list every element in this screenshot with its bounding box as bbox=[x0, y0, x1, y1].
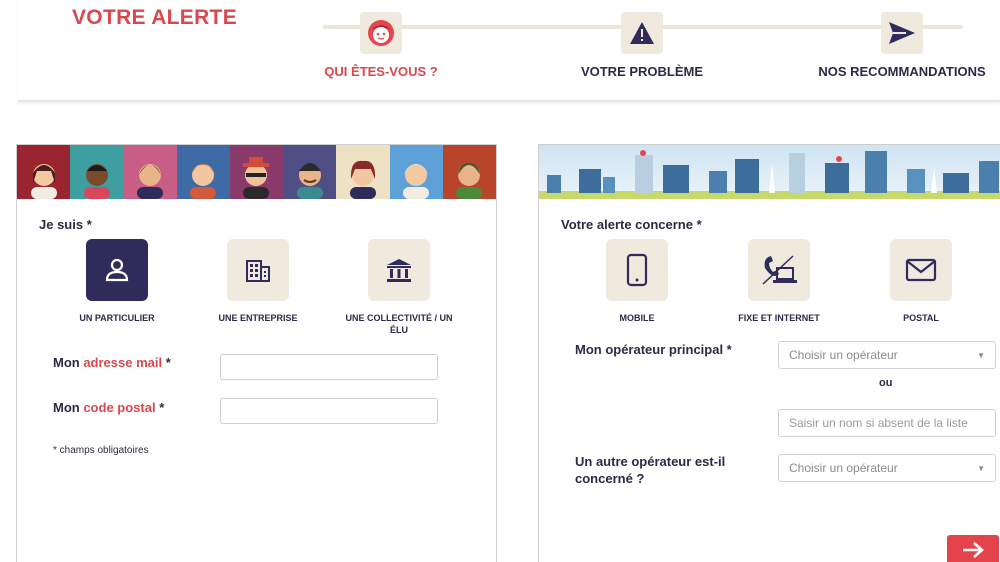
person-icon[interactable] bbox=[86, 239, 148, 301]
main-operator-label: Mon opérateur principal * bbox=[575, 342, 732, 357]
option-postal[interactable]: POSTAL bbox=[861, 239, 981, 324]
alert-concerns-title: Votre alerte concerne * bbox=[561, 217, 702, 232]
city-banner-image bbox=[539, 145, 1000, 199]
institution-icon[interactable] bbox=[368, 239, 430, 301]
step-label: NOS RECOMMANDATIONS bbox=[818, 64, 986, 79]
next-button[interactable] bbox=[947, 535, 999, 562]
option-company[interactable]: UNE ENTREPRISE bbox=[198, 239, 318, 324]
i-am-title: Je suis * bbox=[39, 217, 92, 232]
option-label: MOBILE bbox=[619, 313, 655, 323]
operator-name-input[interactable] bbox=[778, 409, 996, 437]
alert-concerns-panel: Votre alerte concerne * MOBILE FIXE ET I… bbox=[538, 144, 1000, 562]
email-field[interactable] bbox=[220, 354, 438, 380]
page-title: VOTRE ALERTE bbox=[72, 6, 237, 29]
chevron-down-icon: ▼ bbox=[977, 463, 985, 473]
option-label: UN PARTICULIER bbox=[79, 313, 155, 323]
step-recommendations[interactable]: NOS RECOMMANDATIONS bbox=[802, 12, 1000, 79]
warning-icon bbox=[621, 12, 663, 54]
option-label: POSTAL bbox=[903, 313, 939, 323]
option-mobile[interactable]: MOBILE bbox=[577, 239, 697, 324]
step-label: VOTRE PROBLÈME bbox=[580, 64, 704, 79]
option-collectivity[interactable]: UNE COLLECTIVITÉ / UN ÉLU bbox=[339, 239, 459, 336]
people-banner-image bbox=[17, 145, 496, 199]
option-label: UNE COLLECTIVITÉ / UN ÉLU bbox=[345, 313, 453, 335]
who-are-you-panel: Je suis * UN PARTICULIER UNE ENTREPRISE … bbox=[16, 144, 497, 562]
step-your-problem[interactable]: VOTRE PROBLÈME bbox=[542, 12, 742, 79]
required-fields-note: * champs obligatoires bbox=[53, 445, 149, 456]
building-icon[interactable] bbox=[227, 239, 289, 301]
select-value: Choisir un opérateur bbox=[789, 461, 898, 475]
mail-icon[interactable] bbox=[890, 239, 952, 301]
select-value: Choisir un opérateur bbox=[789, 348, 898, 362]
postal-code-label: Mon code postal * bbox=[53, 400, 165, 415]
arrow-right-icon bbox=[963, 542, 984, 558]
option-individual[interactable]: UN PARTICULIER bbox=[57, 239, 177, 324]
email-label: Mon adresse mail * bbox=[53, 355, 171, 370]
or-separator: ou bbox=[879, 377, 893, 389]
option-landline-internet[interactable]: FIXE ET INTERNET bbox=[719, 239, 839, 324]
mobile-icon[interactable] bbox=[606, 239, 668, 301]
main-operator-select[interactable]: Choisir un opérateur ▼ bbox=[778, 341, 996, 369]
face-icon bbox=[360, 12, 402, 54]
other-operator-label: Un autre opérateur est-il concerné ? bbox=[575, 454, 726, 486]
step-label: QUI ÊTES-VOUS ? bbox=[324, 64, 438, 79]
chevron-down-icon: ▼ bbox=[977, 350, 985, 360]
postal-code-field[interactable] bbox=[220, 398, 438, 424]
other-operator-select[interactable]: Choisir un opérateur ▼ bbox=[778, 454, 996, 482]
progress-header: VOTRE ALERTE QUI ÊTES-VOUS ? VOTRE PROBL… bbox=[18, 0, 1000, 102]
step-who-are-you[interactable]: QUI ÊTES-VOUS ? bbox=[281, 12, 481, 79]
option-label: FIXE ET INTERNET bbox=[738, 313, 820, 323]
option-label: UNE ENTREPRISE bbox=[218, 313, 298, 323]
send-icon bbox=[881, 12, 923, 54]
phone-laptop-icon[interactable] bbox=[748, 239, 810, 301]
